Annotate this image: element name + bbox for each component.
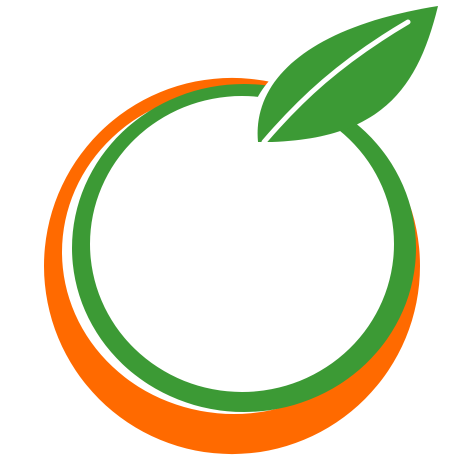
logo-canvas <box>0 0 474 474</box>
inner-disc-icon <box>108 106 376 374</box>
orange-fruit-logo-icon <box>43 6 438 455</box>
